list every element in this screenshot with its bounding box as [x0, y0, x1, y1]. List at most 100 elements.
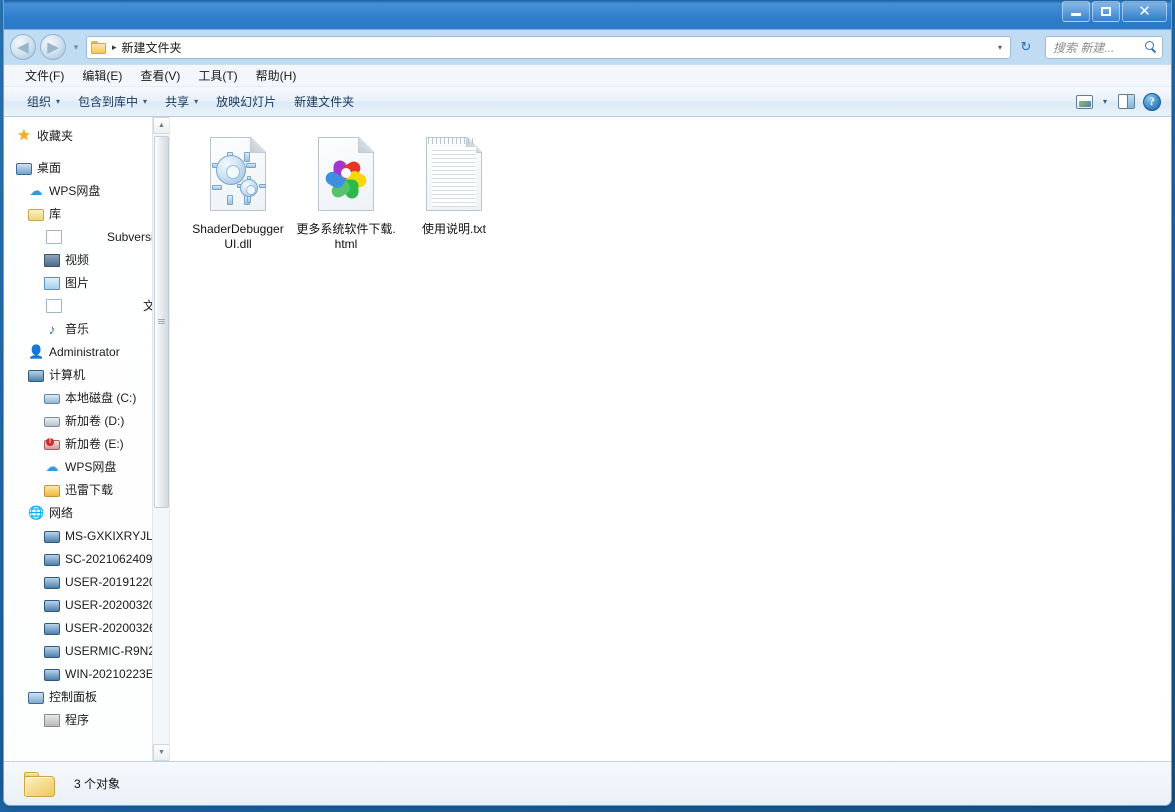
computer-icon [44, 576, 60, 589]
include-in-library-label: 包含到库中 [78, 95, 139, 109]
sidebar-item-thunder-download[interactable]: 迅雷下载 [4, 478, 169, 501]
computer-icon [44, 553, 60, 566]
tree-item-label: MS-GXKIXRYJLV [65, 528, 160, 543]
navigation-scrollbar[interactable]: ▲ ▼ [152, 117, 169, 761]
file-list-view[interactable]: ShaderDebuggerUI.dll 更多系统软件下载.html 使用说明.tx… [170, 117, 1171, 761]
html-pinwheel-icon [310, 135, 382, 217]
sidebar-item-control-panel[interactable]: 控制面板 [4, 685, 169, 708]
view-dropdown-button[interactable]: ▾ [1097, 91, 1113, 113]
sidebar-item-favorites[interactable]: ★ 收藏夹 [4, 124, 169, 147]
sidebar-item-computer[interactable]: 计算机 [4, 363, 169, 386]
slideshow-button[interactable]: 放映幻灯片 [207, 89, 285, 114]
sidebar-item-desktop[interactable]: 桌面 [4, 156, 169, 179]
sidebar-item-libraries[interactable]: 库 [4, 202, 169, 225]
sidebar-item-drive-c[interactable]: 本地磁盘 (C:) [4, 386, 169, 409]
desktop-icon [16, 162, 32, 175]
tree-item-label: USERMIC-R9N2! [65, 643, 159, 658]
sidebar-item-documents[interactable]: 文档 [4, 294, 169, 317]
recent-locations-button[interactable]: ▾ [70, 42, 82, 53]
chevron-down-icon: ▾ [143, 97, 148, 106]
sidebar-item-subversion[interactable]: Subversion [4, 225, 169, 248]
title-bar: ✕ [4, 0, 1171, 30]
chevron-down-icon[interactable]: ▾ [992, 43, 1008, 52]
sidebar-item-pc-usermic-r9n2[interactable]: USERMIC-R9N2! [4, 639, 169, 662]
sidebar-item-pc-user-20191220[interactable]: USER-20191220I [4, 570, 169, 593]
sidebar-item-pc-win-20210223[interactable]: WIN-20210223E [4, 662, 169, 685]
change-view-button[interactable] [1071, 91, 1097, 113]
file-item-shaderdebuggerui-dll[interactable]: ShaderDebuggerUI.dll [184, 131, 292, 256]
file-item-more-software-html[interactable]: 更多系统软件下载.html [292, 131, 400, 256]
sidebar-item-videos[interactable]: 视频 [4, 248, 169, 271]
sidebar-item-pc-user-20200320[interactable]: USER-20200320( [4, 593, 169, 616]
menu-tools[interactable]: 工具(T) [189, 65, 246, 86]
search-input[interactable]: 搜索 新建... [1053, 39, 1145, 56]
thunder-icon [44, 484, 60, 497]
tree-item-label: 新加卷 (D:) [65, 414, 125, 428]
scroll-down-button[interactable]: ▼ [153, 744, 169, 761]
system-drive-icon [44, 394, 60, 404]
search-box[interactable]: 搜索 新建... [1045, 35, 1163, 59]
scrollbar-thumb[interactable] [154, 136, 169, 508]
sidebar-item-wps-cloud-2[interactable]: ☁ WPS网盘 [4, 455, 169, 478]
menu-edit[interactable]: 编辑(E) [73, 65, 131, 86]
sidebar-item-pc-user-20200326[interactable]: USER-20200326Y [4, 616, 169, 639]
sidebar-item-drive-d[interactable]: 新加卷 (D:) [4, 409, 169, 432]
help-button[interactable]: ? [1139, 91, 1165, 113]
menu-file[interactable]: 文件(F) [16, 65, 73, 86]
close-button[interactable]: ✕ [1122, 1, 1167, 22]
tree-item-label: 新加卷 (E:) [65, 437, 124, 451]
status-bar: 3 个对象 [4, 761, 1171, 805]
help-icon: ? [1143, 92, 1161, 111]
control-panel-icon [28, 691, 44, 704]
chevron-down-icon: ▾ [194, 97, 199, 106]
cloud-icon: ☁ [29, 182, 43, 198]
tree-item-label: 网络 [49, 506, 74, 520]
organize-button[interactable]: 组织 ▾ [18, 89, 69, 114]
network-icon: 🌐 [28, 504, 45, 520]
sidebar-item-pc-sc-20210624091[interactable]: SC-20210624091 [4, 547, 169, 570]
sidebar-item-network[interactable]: 🌐 网络 [4, 501, 169, 524]
chevron-down-icon: ▼ [158, 749, 165, 756]
maximize-button[interactable] [1092, 1, 1120, 22]
navigation-tree: ★收藏夹桌面☁WPS网盘库Subversion视频图片文档♪音乐👤Adminis… [4, 117, 169, 731]
tree-item-label: USER-20191220I [65, 574, 160, 589]
tree-item-label: USER-20200326Y [65, 620, 164, 635]
sidebar-item-drive-e[interactable]: 新加卷 (E:) [4, 432, 169, 455]
include-in-library-button[interactable]: 包含到库中 ▾ [69, 89, 156, 114]
tree-item-label: 库 [49, 207, 62, 221]
sidebar-item-administrator[interactable]: 👤 Administrator [4, 340, 169, 363]
chevron-down-icon: ▾ [56, 97, 61, 106]
share-button[interactable]: 共享 ▾ [156, 89, 207, 114]
forward-button[interactable]: ▶ [40, 34, 66, 60]
sidebar-item-music[interactable]: ♪ 音乐 [4, 317, 169, 340]
preview-pane-button[interactable] [1113, 91, 1139, 113]
tree-gap [4, 147, 169, 156]
minimize-button[interactable] [1062, 1, 1090, 22]
address-bar[interactable]: ▸ 新建文件夹 ▾ [86, 35, 1011, 59]
breadcrumb-path[interactable]: 新建文件夹 [122, 39, 182, 56]
document-icon [46, 230, 62, 244]
tree-item-label: 图片 [65, 276, 90, 290]
tree-item-label: SC-20210624091 [65, 551, 160, 566]
address-bar-row: ◀ ▶ ▾ ▸ 新建文件夹 ▾ ↻ 搜索 新建... [4, 30, 1171, 64]
chevron-up-icon: ▲ [158, 122, 165, 129]
scroll-up-button[interactable]: ▲ [153, 117, 169, 134]
new-folder-button[interactable]: 新建文件夹 [285, 89, 363, 114]
refresh-icon: ↻ [1020, 39, 1032, 54]
share-label: 共享 [165, 95, 190, 109]
sidebar-item-programs[interactable]: 程序 [4, 708, 169, 731]
desktop-background: ✕ ◀ ▶ ▾ ▸ 新建文件夹 ▾ ↻ 搜索 新建... 文件(F) 编辑(E)… [0, 0, 1175, 812]
organize-label: 组织 [27, 95, 52, 109]
dll-gear-icon [202, 135, 274, 217]
sidebar-item-pictures[interactable]: 图片 [4, 271, 169, 294]
sidebar-item-wps-cloud-1[interactable]: ☁ WPS网盘 [4, 179, 169, 202]
file-item-readme-txt[interactable]: 使用说明.txt [400, 131, 508, 256]
menu-help[interactable]: 帮助(H) [247, 65, 306, 86]
sidebar-item-pc-ms-gxkixryjlv[interactable]: MS-GXKIXRYJLV [4, 524, 169, 547]
back-button[interactable]: ◀ [10, 34, 36, 60]
refresh-button[interactable]: ↻ [1015, 36, 1037, 59]
window-body: ★收藏夹桌面☁WPS网盘库Subversion视频图片文档♪音乐👤Adminis… [4, 117, 1171, 761]
file-name-label: ShaderDebuggerUI.dll [192, 222, 284, 251]
forward-arrow-icon: ▶ [47, 38, 59, 56]
menu-view[interactable]: 查看(V) [131, 65, 189, 86]
